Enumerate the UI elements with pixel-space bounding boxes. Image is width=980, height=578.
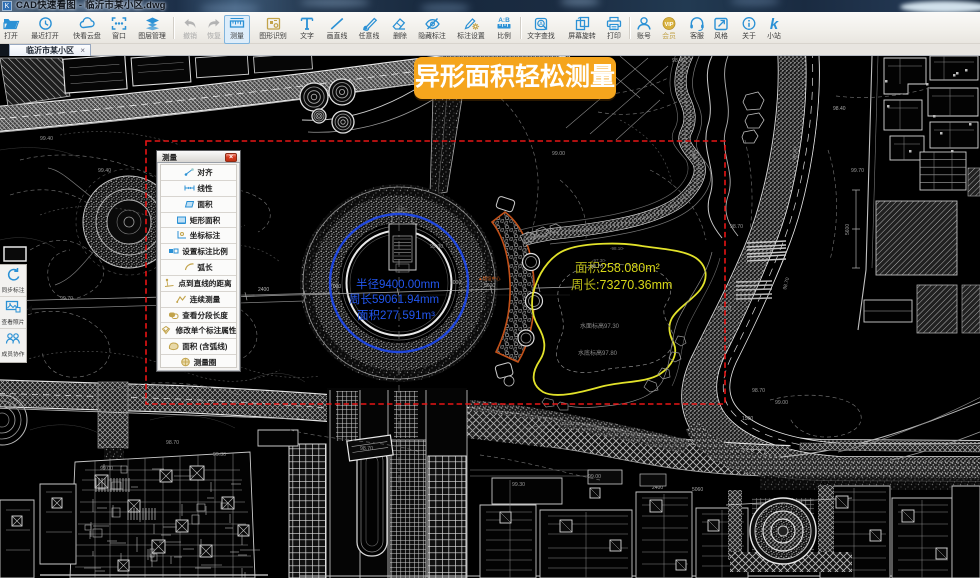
svg-text:水底标高97.80: 水底标高97.80 [578, 349, 618, 357]
svg-text:VIP: VIP [665, 22, 674, 28]
svg-text:面积277.591m³: 面积277.591m³ [357, 309, 435, 322]
svg-text:周长59061.94mm: 周长59061.94mm [349, 293, 439, 306]
svg-text:99.00: 99.00 [100, 466, 113, 472]
svg-text:半径9400.00mm: 半径9400.00mm [356, 277, 440, 291]
svg-text:99.00: 99.00 [588, 474, 601, 480]
svg-text:A:B: A:B [498, 17, 510, 24]
svg-text:面积258.080m²: 面积258.080m² [575, 261, 660, 275]
svg-text:99-30: 99-30 [430, 244, 443, 250]
svg-text:▲建设中心: ▲建设中心 [478, 275, 501, 282]
svg-text:99.30: 99.30 [512, 482, 525, 488]
svg-text:99.70: 99.70 [851, 168, 864, 174]
svg-text:k: k [770, 16, 779, 31]
svg-text:1500: 1500 [742, 416, 753, 422]
svg-text:99.30: 99.30 [213, 452, 226, 458]
svg-text:99.40: 99.40 [40, 136, 53, 142]
svg-text:5060: 5060 [692, 487, 703, 493]
svg-text:98.40: 98.40 [792, 147, 799, 160]
svg-text:98.70: 98.70 [360, 446, 373, 452]
svg-text:98.70: 98.70 [730, 224, 743, 230]
svg-text:7000: 7000 [450, 280, 461, 286]
svg-text:7000: 7000 [330, 284, 341, 290]
svg-text:周长:73270.36mm: 周长:73270.36mm [571, 278, 672, 292]
svg-text:98.70: 98.70 [752, 388, 765, 394]
svg-text:水面标高97.30: 水面标高97.30 [580, 322, 620, 330]
svg-text:-98.10-: -98.10- [610, 246, 625, 251]
svg-text:5600: 5600 [845, 224, 851, 235]
svg-text:A: A [539, 22, 543, 28]
svg-text:98.70: 98.70 [590, 264, 603, 270]
svg-text:98.40: 98.40 [833, 106, 846, 112]
svg-text:99.00: 99.00 [775, 400, 788, 406]
svg-text:2400: 2400 [258, 287, 269, 293]
svg-text:99.40: 99.40 [98, 168, 111, 174]
svg-text:98.70: 98.70 [166, 440, 179, 446]
svg-text:99.00: 99.00 [552, 151, 565, 157]
svg-text:5600: 5600 [484, 283, 495, 289]
svg-text:98.40: 98.40 [672, 58, 685, 64]
svg-text:99.70: 99.70 [60, 296, 73, 302]
svg-text:-97.30-: -97.30- [592, 258, 607, 263]
